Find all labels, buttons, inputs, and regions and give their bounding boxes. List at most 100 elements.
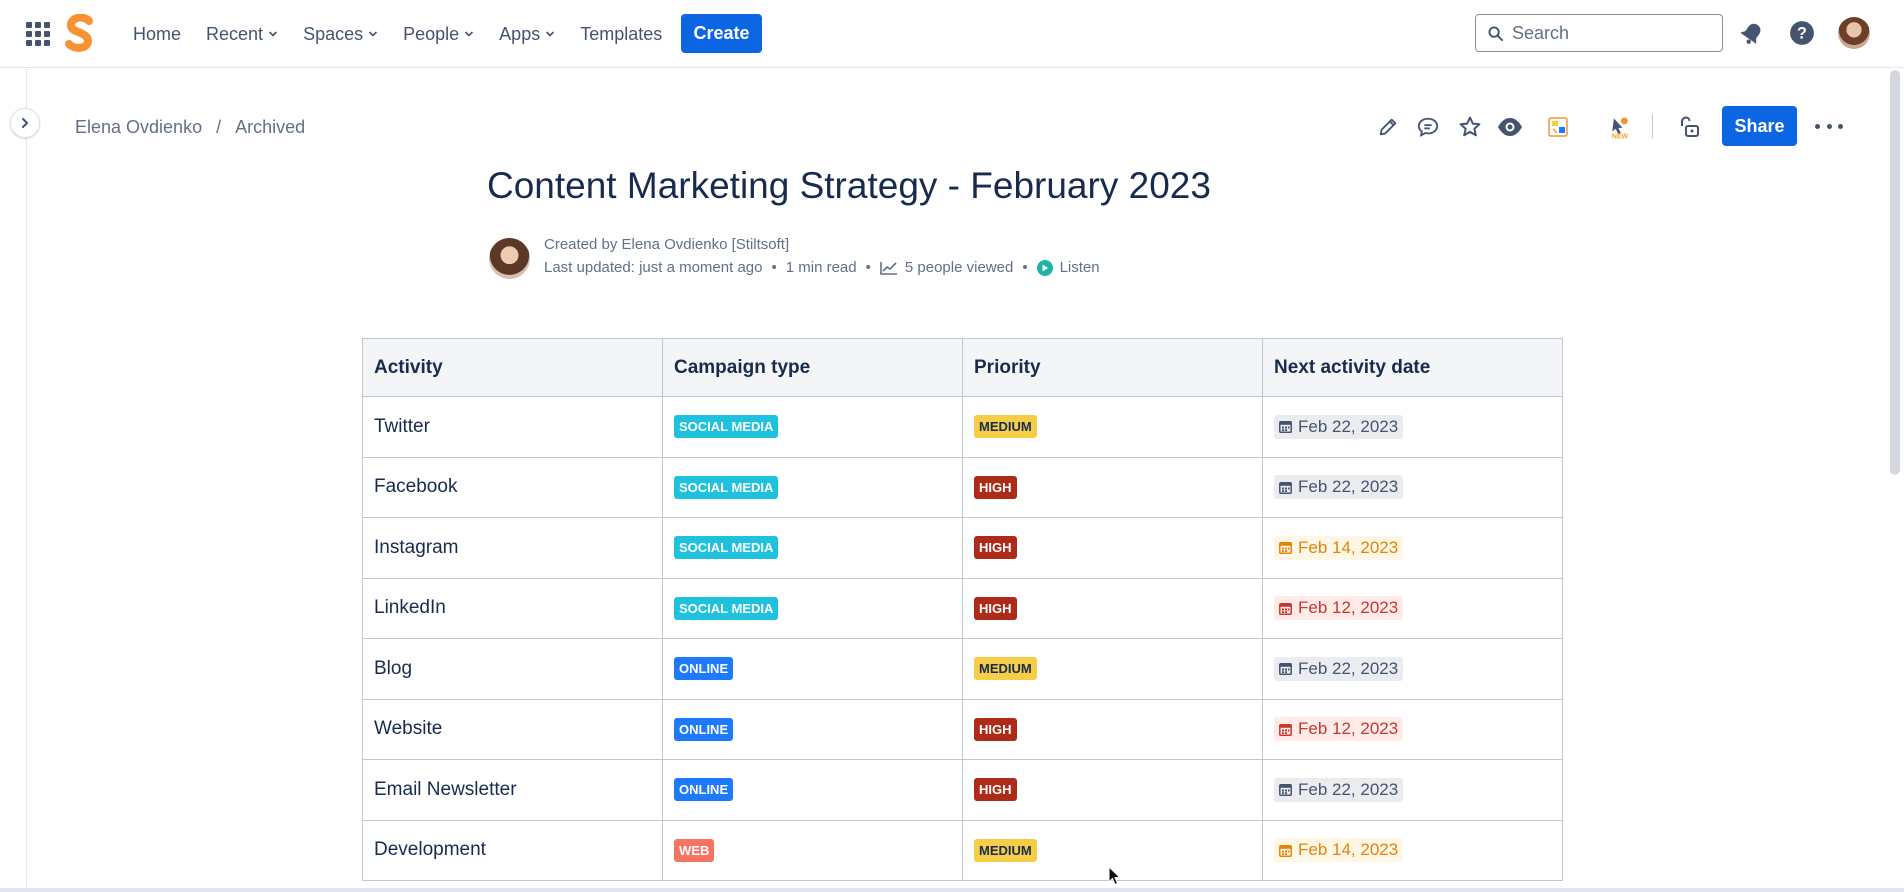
comment-icon[interactable]	[1415, 114, 1441, 140]
nav-item-recent[interactable]: Recent	[206, 24, 278, 45]
sidebar-rail	[0, 69, 27, 892]
cell-next-activity-date: Feb 22, 2023	[1262, 759, 1563, 821]
date-lozenge[interactable]: Feb 12, 2023	[1274, 717, 1404, 741]
expand-sidebar-button[interactable]	[10, 108, 40, 138]
cell-campaign-type: ONLINE	[662, 698, 963, 760]
analytics-icon	[880, 261, 897, 275]
calendar-icon	[1279, 663, 1292, 675]
date-label: Feb 14, 2023	[1298, 537, 1399, 557]
app-switcher-icon[interactable]	[26, 22, 50, 46]
cell-priority: MEDIUM	[962, 638, 1263, 700]
cell-priority: HIGH	[962, 577, 1263, 639]
share-button[interactable]: Share	[1722, 106, 1797, 146]
table-row: Email Newsletter ONLINE HIGH Feb 22, 2023	[362, 759, 1563, 821]
breadcrumb-archived-link[interactable]: Archived	[235, 117, 305, 138]
campaign-status-lozenge: ONLINE	[674, 657, 734, 681]
search-input[interactable]: Search	[1475, 14, 1723, 52]
breadcrumb-space-link[interactable]: Elena Ovdienko	[75, 117, 202, 138]
app-icon[interactable]	[1545, 114, 1571, 140]
campaign-status-lozenge: SOCIAL MEDIA	[674, 475, 779, 499]
date-lozenge[interactable]: Feb 14, 2023	[1274, 838, 1404, 862]
priority-status-lozenge: HIGH	[974, 778, 1017, 802]
table-row: LinkedIn SOCIAL MEDIA HIGH Feb 12, 2023	[362, 577, 1563, 639]
date-label: Feb 22, 2023	[1298, 658, 1399, 678]
help-icon[interactable]: ?	[1789, 20, 1815, 46]
date-lozenge[interactable]: Feb 22, 2023	[1274, 475, 1404, 499]
nav-item-apps[interactable]: Apps	[499, 24, 555, 45]
campaign-status-lozenge: ONLINE	[674, 778, 734, 802]
cell-activity: Website	[362, 698, 663, 760]
cell-campaign-type: SOCIAL MEDIA	[662, 396, 963, 458]
profile-avatar[interactable]	[1838, 17, 1870, 49]
cell-activity: Instagram	[362, 517, 663, 579]
nav-item-label: Recent	[206, 23, 264, 44]
nav-item-people[interactable]: People	[403, 24, 474, 45]
activity-label: Development	[374, 839, 486, 861]
calendar-icon	[1279, 723, 1292, 736]
cell-activity: Twitter	[362, 396, 663, 458]
date-lozenge[interactable]: Feb 22, 2023	[1274, 656, 1404, 681]
breadcrumb: Elena Ovdienko / Archived	[75, 117, 305, 138]
nav-item-label: Apps	[499, 23, 541, 44]
byline-views[interactable]: 5 people viewed	[905, 259, 1013, 276]
listen-button[interactable]: Listen	[1036, 259, 1100, 276]
calendar-icon	[1279, 602, 1292, 615]
header-priority: Priority	[962, 338, 1263, 397]
table-header-row: Activity Campaign type Priority Next act…	[362, 338, 1563, 397]
table-row: Facebook SOCIAL MEDIA HIGH Feb 22, 2023	[362, 456, 1563, 518]
cell-campaign-type: ONLINE	[662, 759, 963, 821]
star-icon[interactable]	[1457, 114, 1483, 140]
cell-next-activity-date: Feb 12, 2023	[1262, 577, 1563, 639]
new-app-icon[interactable]: NEW	[1607, 114, 1633, 140]
site-logo-icon[interactable]	[64, 14, 96, 54]
byline-read-time: 1 min read	[785, 259, 857, 276]
edit-icon[interactable]	[1375, 114, 1401, 140]
watch-icon[interactable]	[1497, 114, 1523, 140]
chevron-down-icon	[465, 31, 473, 37]
date-lozenge[interactable]: Feb 12, 2023	[1274, 596, 1404, 620]
activity-label: LinkedIn	[374, 597, 446, 619]
cell-campaign-type: ONLINE	[662, 638, 963, 700]
notifications-icon[interactable]	[1739, 20, 1765, 46]
page-scrollbar[interactable]	[1890, 70, 1900, 475]
nav-item-templates[interactable]: Templates	[580, 24, 662, 45]
nav-item-home[interactable]: Home	[133, 24, 181, 45]
cell-campaign-type: SOCIAL MEDIA	[662, 577, 963, 639]
byline-updated: Last updated: just a moment ago	[544, 259, 763, 276]
nav-item-spaces[interactable]: Spaces	[303, 24, 378, 45]
header-activity: Activity	[362, 338, 663, 397]
activity-label: Instagram	[374, 536, 459, 558]
cell-activity: Blog	[362, 638, 663, 700]
date-label: Feb 22, 2023	[1298, 416, 1399, 436]
priority-status-lozenge: MEDIUM	[974, 657, 1037, 681]
toolbar-divider	[1652, 114, 1653, 138]
bottom-edge	[0, 888, 1904, 892]
activity-label: Facebook	[374, 476, 458, 498]
cell-priority: HIGH	[962, 759, 1263, 821]
campaign-status-lozenge: WEB	[674, 838, 715, 862]
restrictions-icon[interactable]	[1676, 114, 1702, 140]
cell-next-activity-date: Feb 22, 2023	[1262, 638, 1563, 700]
search-placeholder: Search	[1512, 22, 1570, 43]
date-lozenge[interactable]: Feb 22, 2023	[1274, 777, 1404, 802]
cell-next-activity-date: Feb 14, 2023	[1262, 517, 1563, 579]
more-actions-button[interactable]	[1815, 114, 1843, 138]
table-row: Website ONLINE HIGH Feb 12, 2023	[362, 698, 1563, 760]
priority-status-lozenge: HIGH	[974, 536, 1017, 560]
cell-next-activity-date: Feb 22, 2023	[1262, 396, 1563, 458]
date-label: Feb 12, 2023	[1298, 719, 1399, 738]
listen-label: Listen	[1059, 259, 1100, 276]
date-lozenge[interactable]: Feb 22, 2023	[1274, 414, 1404, 439]
cell-next-activity-date: Feb 22, 2023	[1262, 456, 1563, 518]
priority-status-lozenge: HIGH	[974, 596, 1017, 620]
date-lozenge[interactable]: Feb 14, 2023	[1274, 535, 1404, 560]
calendar-icon	[1279, 421, 1292, 433]
create-button[interactable]: Create	[681, 14, 762, 53]
activity-label: Email Newsletter	[374, 778, 517, 800]
calendar-icon	[1279, 542, 1292, 554]
nav-item-label: Templates	[580, 23, 663, 44]
cell-priority: HIGH	[962, 517, 1263, 579]
byline-meta: Last updated: just a moment ago • 1 min …	[544, 259, 1100, 276]
author-avatar[interactable]	[489, 238, 530, 279]
chevron-right-icon	[22, 118, 28, 128]
